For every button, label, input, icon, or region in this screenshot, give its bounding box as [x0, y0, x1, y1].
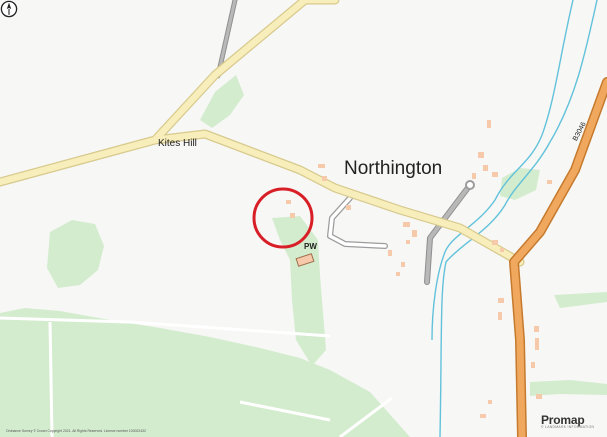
- worship-label: PW: [304, 242, 317, 251]
- map-canvas[interactable]: Northington Kites Hill PW B3046 Ordnance…: [0, 0, 607, 437]
- north-arrow-icon: [0, 0, 18, 18]
- place-label: Northington: [344, 158, 443, 179]
- copyright-notice: Ordnance Survey © Crown Copyright 2021. …: [6, 429, 146, 433]
- brand-logo: Promap © LANDMARK INFORMATION: [541, 414, 594, 429]
- brand-tagline: © LANDMARK INFORMATION: [541, 425, 595, 429]
- map-graphics: [0, 0, 607, 437]
- hill-label: Kites Hill: [158, 138, 197, 149]
